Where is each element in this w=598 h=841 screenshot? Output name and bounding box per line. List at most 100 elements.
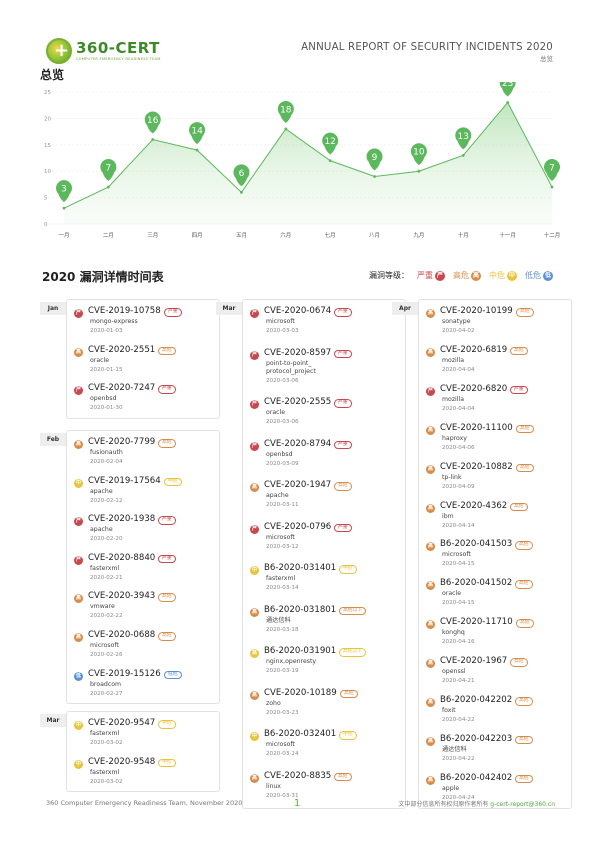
vulnerability-id: CVE-2020-1938 (88, 514, 156, 525)
severity-icon: 严 (426, 386, 435, 396)
x-tick-label: 九月 (413, 231, 424, 239)
publish-date: 2020-04-22 (442, 755, 475, 762)
vulnerability-id: CVE-2020-2551 (88, 344, 156, 355)
legend-item: 高危高 (453, 270, 481, 281)
vendor-name: apple (442, 784, 460, 792)
vulnerability-id: CVE-2019-10758 (88, 306, 161, 316)
vulnerability-entry[interactable]: 高 CVE-2020-7799 高危 fusionauth 2020-02-04 (74, 437, 218, 475)
vendor-name: mongo-express (90, 318, 138, 325)
footer-note: 文中部分信息所有权归原作者所有 (398, 801, 491, 808)
vulnerability-entry[interactable]: 中 B6-2020-031401 中危 fasterxml 2020-03-14 (250, 563, 404, 601)
vulnerability-entry[interactable]: 高 CVE-2020-10189 高危 zoho 2020-03-23 (250, 688, 404, 726)
vulnerability-entry[interactable]: 高 CVE-2020-1947 高危 apache 2020-03-11 (250, 480, 404, 518)
page-number: 1 (294, 798, 301, 809)
data-label: 16 (147, 116, 159, 126)
vulnerability-id: CVE-2020-6819 (440, 344, 508, 355)
logo-name: 360-CERT (76, 39, 160, 57)
severity-badge: 严重 (334, 308, 352, 317)
severity-legend: 漏洞等级： 严重严高危高中危中低危低 (369, 270, 553, 281)
publish-date: 2020-03-14 (266, 585, 299, 591)
vulnerability-entry[interactable]: 高 CVE-2020-4362 高危 ibm 2020-04-14 (426, 501, 570, 539)
severity-icon: 低 (74, 671, 83, 681)
vulnerability-id: CVE-2020-0688 (88, 630, 156, 640)
vulnerability-entry[interactable]: 高 CVE-2020-11710 高危 konghq 2020-04-16 (426, 617, 570, 655)
vendor-name: vmware (90, 603, 115, 611)
vulnerability-entry[interactable]: 高 CVE-2020-11100 高危 haproxy 2020-04-06 (426, 423, 570, 461)
severity-badge: 中危 (158, 720, 176, 729)
publish-date: 2020-03-18 (266, 626, 299, 633)
vulnerability-entry[interactable]: 严 CVE-2020-0674 严重 microsoft 2020-03-03 (250, 306, 404, 344)
vulnerability-entry[interactable]: 高 CVE-2020-1967 高危 openssl 2020-04-21 (426, 656, 570, 694)
vulnerability-entry[interactable]: 中 CVE-2020-9548 中危 fasterxml 2020-03-02 (74, 757, 218, 795)
vendor-name: fusionauth (90, 449, 123, 456)
vulnerability-id: CVE-2020-11100 (440, 422, 513, 433)
severity-icon: 高 (250, 483, 259, 492)
severity-icon: 严 (250, 441, 259, 451)
data-point (461, 153, 465, 157)
severity-badge: 严重 (158, 554, 176, 564)
x-tick-label: 十月 (458, 231, 469, 239)
y-tick-label: 0 (44, 222, 48, 228)
vulnerability-entry[interactable]: 中 B6-2020-032401 中危 microsoft 2020-03-24 (250, 729, 404, 767)
vendor-name: fasterxml (90, 768, 120, 776)
severity-badge: 严重 (158, 516, 176, 525)
vulnerability-entry[interactable]: 中 CVE-2019-17564 中危 apache 2020-02-12 (74, 476, 218, 514)
vendor-name: apache (266, 492, 289, 499)
vendor-name: 通达信科 (442, 745, 467, 753)
severity-icon: 高 (250, 649, 259, 658)
vulnerability-entry[interactable]: 严 CVE-2019-10758 严重 mongo-express 2020-01-03 (74, 306, 218, 344)
severity-icon: 高 (74, 347, 83, 357)
legend-label: 低危 (525, 271, 541, 280)
vulnerability-entry[interactable]: 严 CVE-2020-7247 严重 openbsd 2020-01-30 (74, 383, 218, 421)
severity-badge: 高危 (515, 541, 533, 550)
data-point (240, 190, 243, 194)
publish-date: 2020-02-27 (90, 690, 123, 697)
vulnerability-id: CVE-2019-17564 (88, 475, 161, 486)
vulnerability-entry[interactable]: 严 CVE-2020-2555 严重 oracle 2020-03-06 (250, 397, 404, 435)
severity-icon: 高 (426, 736, 435, 746)
month-label: Mar (40, 714, 66, 727)
vulnerability-entry[interactable]: 严 CVE-2020-1938 严重 apache 2020-02-20 (74, 514, 218, 552)
vulnerability-entry[interactable]: 高 CVE-2020-10882 高危 tp-link 2020-04-09 (426, 462, 570, 500)
vulnerability-entry[interactable]: 高 CVE-2020-8835 高危 linux 2020-03-31 (250, 771, 404, 809)
vulnerability-id: CVE-2020-1947 (264, 480, 332, 490)
vulnerability-entry[interactable]: 高 CVE-2020-6819 高危 mozilla 2020-04-04 (426, 345, 570, 383)
vulnerability-entry[interactable]: 中 CVE-2020-9547 中危 fasterxml 2020-03-02 (74, 718, 218, 756)
vulnerability-entry[interactable]: 严 CVE-2020-8840 严重 fasterxml 2020-02-21 (74, 553, 218, 591)
severity-badge: 高危 (340, 689, 358, 698)
vulnerability-entry[interactable]: 高 B6-2020-042202 高危 foxit 2020-04-22 (426, 695, 570, 733)
vulnerability-entry[interactable]: 严 CVE-2020-0796 严重 microsoft 2020-03-12 (250, 522, 404, 560)
vendor-name: oracle (266, 409, 286, 416)
vulnerability-entry[interactable]: 低 CVE-2019-15126 低危 broadcom 2020-02-27 (74, 669, 218, 707)
footer-email[interactable]: g-cert-report@360.cn (490, 801, 555, 808)
vulnerability-entry[interactable]: 高 CVE-2020-10199 高危 sonatype 2020-04-02 (426, 306, 570, 344)
publish-date: 2020-04-21 (442, 678, 475, 685)
legend-item: 严重严 (417, 270, 445, 281)
page-header: 360-CERT COMPUTER EMERGENCY READINESS TE… (0, 0, 598, 70)
vulnerability-id: CVE-2020-3943 (88, 591, 156, 602)
vendor-name: 通达信科 (266, 616, 291, 624)
vulnerability-entry[interactable]: 高 B6-2020-042203 高危 通达信科 2020-04-22 (426, 734, 570, 772)
vulnerability-entry[interactable]: 严 CVE-2020-8597 严重 point-to-point_ protocol… (250, 348, 404, 386)
vulnerability-entry[interactable]: 高 B6-2020-041503 高危 microsoft 2020-04-15 (426, 539, 570, 577)
vulnerability-entry[interactable]: 高 CVE-2020-0688 高危 microsoft 2020-02-26 (74, 630, 218, 668)
vulnerability-entry[interactable]: 严 CVE-2020-8794 严重 openbsd 2020-03-09 (250, 439, 404, 477)
severity-icon: 高 (74, 594, 83, 604)
x-tick-label: 四月 (192, 232, 203, 239)
vendor-name: konghq (442, 629, 465, 637)
x-tick-label: 十一月 (499, 231, 516, 239)
x-tick-label: 七月 (325, 231, 336, 239)
vulnerability-entry[interactable]: 高 B6-2020-031801 高危以下 通达信科 2020-03-18 (250, 605, 404, 643)
vulnerability-id: CVE-2020-7247 (88, 383, 156, 394)
vulnerability-entry[interactable]: 严 CVE-2020-6820 严重 mozilla 2020-04-04 (426, 384, 570, 422)
vulnerability-entry[interactable]: 高 B6-2020-041502 高危 oracle 2020-04-15 (426, 578, 570, 616)
vulnerability-entry[interactable]: 高 B6-2020-031901 高危以下 nginx,openresty 2020-0… (250, 646, 404, 684)
severity-badge: 严重 (334, 399, 352, 408)
vulnerability-entry[interactable]: 高 CVE-2020-2551 高危 oracle 2020-01-15 (74, 345, 218, 383)
vendor-name: microsoft (90, 642, 119, 649)
severity-badge: 高危 (334, 772, 352, 781)
data-label: 7 (105, 164, 111, 174)
data-label: 23 (502, 82, 513, 89)
vulnerability-entry[interactable]: 高 CVE-2020-3943 高危 vmware 2020-02-22 (74, 591, 218, 629)
month-card: 严 CVE-2020-0674 严重 microsoft 2020-03-03 严 CVE-… (242, 299, 406, 809)
